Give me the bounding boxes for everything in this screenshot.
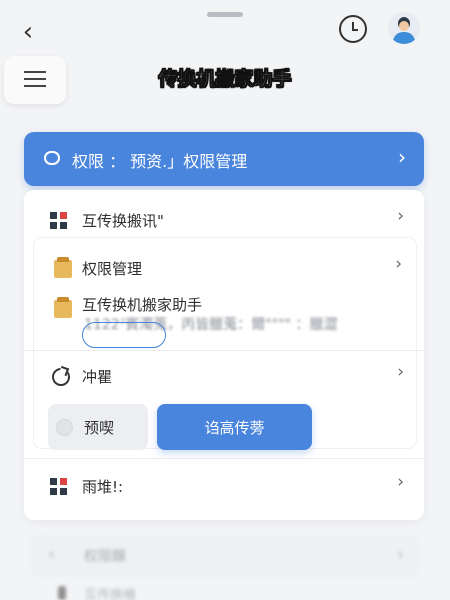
list-item[interactable]: 互传换搬讯" ›	[24, 204, 424, 234]
row-label: 互传换搬讯"	[82, 212, 164, 230]
chevron-right-icon: ›	[397, 206, 404, 226]
list-item[interactable]: 权限管理 ›	[34, 252, 416, 282]
chevron-right-icon: ›	[397, 362, 404, 382]
ghost-list-item: ‹ 权限醸 ›	[30, 534, 420, 578]
radio-icon	[56, 419, 73, 436]
chevron-right-icon: ›	[396, 544, 404, 565]
row-label: 雨堆!:	[82, 478, 124, 496]
chevron-right-icon: ›	[398, 145, 406, 169]
banner-label: 权限 ： 预资.」权限管理	[72, 152, 248, 171]
divider	[24, 350, 424, 351]
back-icon[interactable]: ‹	[14, 18, 42, 46]
permission-banner[interactable]: 权限 ： 预资.」权限管理 ›	[24, 132, 424, 186]
box-icon	[54, 257, 72, 278]
chevron-left-icon: ‹	[48, 544, 56, 565]
ghost-label: 权限醸	[84, 549, 126, 565]
chevron-right-icon: ›	[397, 472, 404, 492]
list-item[interactable]: 雨堆!: ›	[24, 470, 424, 500]
page-title: 传换机搬家助手	[158, 68, 292, 91]
secondary-button-label: 预喫	[84, 419, 115, 437]
secondary-button[interactable]: 预喫	[48, 404, 148, 450]
chevron-right-icon: ›	[395, 254, 402, 274]
primary-button[interactable]: 诌高传蒡	[157, 404, 312, 450]
avatar-face	[399, 21, 409, 31]
top-bar: ‹	[0, 0, 450, 60]
list-item[interactable]: 冲瞿 ›	[24, 362, 424, 392]
box-icon	[54, 297, 72, 318]
chat-icon	[44, 151, 60, 165]
device-icon	[58, 586, 66, 600]
row-label: 互传换机搬家助手	[82, 296, 203, 314]
avatar-body	[393, 32, 415, 44]
ghost-list-item: 互传换機	[44, 584, 344, 600]
clock-icon[interactable]	[339, 15, 367, 43]
divider	[24, 458, 424, 459]
grid-icon	[50, 212, 68, 230]
menu-icon[interactable]	[4, 56, 66, 104]
row-label: 权限管理	[82, 260, 143, 278]
settings-card: 互传换搬讯" › 权限管理 › 互传换机搬家助手 1122⁷賓濁蒐，丙皆臘蒐：爾…	[24, 190, 424, 520]
outline-pill-button[interactable]	[82, 322, 166, 348]
ghost-label: 互传换機	[84, 588, 137, 600]
avatar[interactable]	[388, 12, 420, 44]
refresh-icon	[52, 368, 70, 386]
grid-icon	[50, 478, 68, 496]
row-label: 冲瞿	[82, 368, 113, 386]
